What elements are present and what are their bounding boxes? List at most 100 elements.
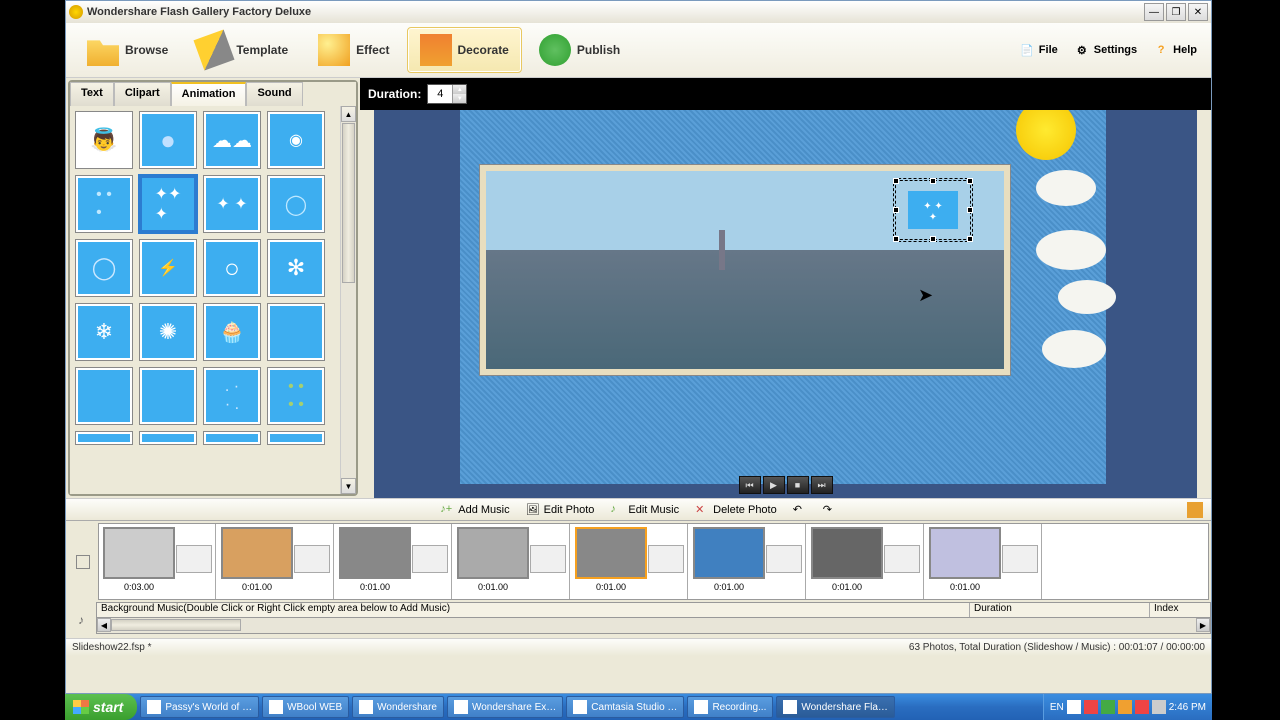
tab-sound[interactable]: Sound bbox=[246, 82, 302, 106]
animation-thumb[interactable]: • • • bbox=[76, 176, 132, 232]
cloud-clipart[interactable] bbox=[1042, 330, 1106, 368]
prev-button[interactable]: ⏮ bbox=[739, 476, 761, 494]
spin-down-button[interactable]: ▼ bbox=[452, 94, 466, 103]
animation-thumb[interactable]: ✺ bbox=[140, 304, 196, 360]
timeline-thumb[interactable] bbox=[811, 527, 883, 579]
next-button[interactable]: ⏭ bbox=[811, 476, 833, 494]
help-button[interactable]: ?Help bbox=[1147, 39, 1203, 61]
transition-thumb[interactable] bbox=[1002, 545, 1038, 573]
transition-thumb[interactable] bbox=[530, 545, 566, 573]
animation-thumb[interactable]: ● bbox=[140, 112, 196, 168]
tab-animation[interactable]: Animation bbox=[171, 82, 247, 106]
tab-clipart[interactable]: Clipart bbox=[114, 82, 171, 106]
transition-thumb[interactable] bbox=[176, 545, 212, 573]
file-button[interactable]: 📄File bbox=[1013, 39, 1064, 61]
language-indicator[interactable]: EN bbox=[1050, 702, 1064, 713]
scroll-left-button[interactable]: ◀ bbox=[97, 618, 111, 632]
transition-thumb[interactable] bbox=[294, 545, 330, 573]
animation-thumb[interactable]: • •• • bbox=[268, 368, 324, 424]
scroll-thumb[interactable] bbox=[342, 123, 355, 283]
timeline-strip[interactable]: 0:03.000:01.000:01.000:01.000:01.000:01.… bbox=[98, 523, 1209, 600]
scroll-up-button[interactable]: ▲ bbox=[341, 106, 356, 122]
animation-thumb[interactable]: ☁☁ bbox=[204, 112, 260, 168]
resize-handle[interactable] bbox=[930, 236, 936, 242]
timeline-thumb[interactable] bbox=[103, 527, 175, 579]
animation-thumb[interactable]: ✦ ✦ bbox=[204, 176, 260, 232]
animation-thumb[interactable] bbox=[268, 304, 324, 360]
cloud-clipart[interactable] bbox=[1058, 280, 1116, 314]
transition-thumb[interactable] bbox=[412, 545, 448, 573]
timeline-thumb[interactable] bbox=[693, 527, 765, 579]
resize-handle[interactable] bbox=[893, 207, 899, 213]
tray-icon[interactable] bbox=[1084, 700, 1098, 714]
template-button[interactable]: Template bbox=[185, 27, 301, 73]
animation-thumb[interactable]: ✻ bbox=[268, 240, 324, 296]
animation-thumb[interactable] bbox=[76, 368, 132, 424]
minimize-button[interactable]: — bbox=[1144, 3, 1164, 21]
taskbar-task[interactable]: Wondershare Fla… bbox=[776, 696, 895, 718]
stop-button[interactable]: ■ bbox=[787, 476, 809, 494]
timeline-scrollbar[interactable]: ◀ ▶ bbox=[96, 618, 1211, 634]
taskbar-task[interactable]: WBool WEB bbox=[262, 696, 349, 718]
animation-thumb[interactable] bbox=[76, 432, 132, 444]
canvas-scrollbar-left[interactable] bbox=[360, 110, 374, 498]
add-music-button[interactable]: ♪+Add Music bbox=[440, 503, 509, 517]
start-button[interactable]: start bbox=[65, 694, 137, 720]
selection-box[interactable]: ✦ ✦✦ bbox=[895, 180, 971, 240]
browse-button[interactable]: Browse bbox=[74, 27, 181, 73]
effect-button[interactable]: Effect bbox=[305, 27, 402, 73]
resize-handle[interactable] bbox=[967, 178, 973, 184]
resize-handle[interactable] bbox=[893, 178, 899, 184]
play-button[interactable]: ▶ bbox=[763, 476, 785, 494]
animation-thumb[interactable]: ◯ bbox=[268, 176, 324, 232]
canvas-scrollbar-right[interactable] bbox=[1197, 110, 1211, 498]
animation-thumb[interactable]: ⚡ bbox=[140, 240, 196, 296]
animation-thumb[interactable]: ❄ bbox=[76, 304, 132, 360]
music-hint[interactable]: Background Music(Double Click or Right C… bbox=[97, 603, 970, 617]
clock[interactable]: 2:46 PM bbox=[1169, 702, 1206, 713]
animation-thumb[interactable] bbox=[140, 368, 196, 424]
transition-thumb[interactable] bbox=[766, 545, 802, 573]
animation-thumb[interactable] bbox=[140, 432, 196, 444]
canvas-viewport[interactable]: ✦ ✦✦ ➤ ⏮ ▶ ■ ⏭ bbox=[360, 110, 1211, 498]
duration-spinner[interactable]: ▲▼ bbox=[427, 84, 467, 104]
timeline-lead-icon[interactable] bbox=[76, 555, 90, 569]
sun-clipart[interactable] bbox=[1016, 110, 1076, 160]
taskbar-task[interactable]: Wondershare bbox=[352, 696, 444, 718]
tray-icon[interactable] bbox=[1152, 700, 1166, 714]
scroll-thumb[interactable] bbox=[111, 619, 241, 631]
rotate-left-button[interactable]: ↶ bbox=[793, 503, 807, 517]
timeline-thumb[interactable] bbox=[221, 527, 293, 579]
publish-button[interactable]: Publish bbox=[526, 27, 633, 73]
animation-thumb[interactable]: ✦✦ ✦ bbox=[140, 176, 196, 232]
cloud-clipart[interactable] bbox=[1036, 230, 1106, 270]
resize-handle[interactable] bbox=[967, 207, 973, 213]
edit-photo-button[interactable]: 🖼Edit Photo bbox=[526, 503, 595, 517]
spin-up-button[interactable]: ▲ bbox=[452, 85, 466, 94]
tray-icon[interactable] bbox=[1101, 700, 1115, 714]
resize-handle[interactable] bbox=[893, 236, 899, 242]
taskbar-task[interactable]: Wondershare Ex… bbox=[447, 696, 563, 718]
delete-photo-button[interactable]: ✕Delete Photo bbox=[695, 503, 777, 517]
tray-icon[interactable] bbox=[1118, 700, 1132, 714]
scroll-down-button[interactable]: ▼ bbox=[341, 478, 356, 494]
animation-thumb[interactable]: ◉ bbox=[268, 112, 324, 168]
taskbar-task[interactable]: Passy's World of … bbox=[140, 696, 259, 718]
panel-scrollbar[interactable]: ▲ ▼ bbox=[340, 106, 356, 494]
resize-handle[interactable] bbox=[967, 236, 973, 242]
animation-thumb[interactable] bbox=[204, 432, 260, 444]
cloud-clipart[interactable] bbox=[1036, 170, 1096, 206]
tab-text[interactable]: Text bbox=[70, 82, 114, 106]
tray-icon[interactable] bbox=[1135, 700, 1149, 714]
animation-thumb[interactable]: 🧁 bbox=[204, 304, 260, 360]
settings-button[interactable]: ⚙Settings bbox=[1068, 39, 1143, 61]
animation-thumb[interactable]: . ·· . bbox=[204, 368, 260, 424]
animation-thumb[interactable]: ◯ bbox=[76, 240, 132, 296]
transition-thumb[interactable] bbox=[648, 545, 684, 573]
timeline-thumb[interactable] bbox=[929, 527, 1001, 579]
transition-thumb[interactable] bbox=[884, 545, 920, 573]
duration-input[interactable] bbox=[428, 85, 452, 103]
timeline-thumb[interactable] bbox=[575, 527, 647, 579]
taskbar-task[interactable]: Camtasia Studio … bbox=[566, 696, 684, 718]
close-button[interactable]: ✕ bbox=[1188, 3, 1208, 21]
